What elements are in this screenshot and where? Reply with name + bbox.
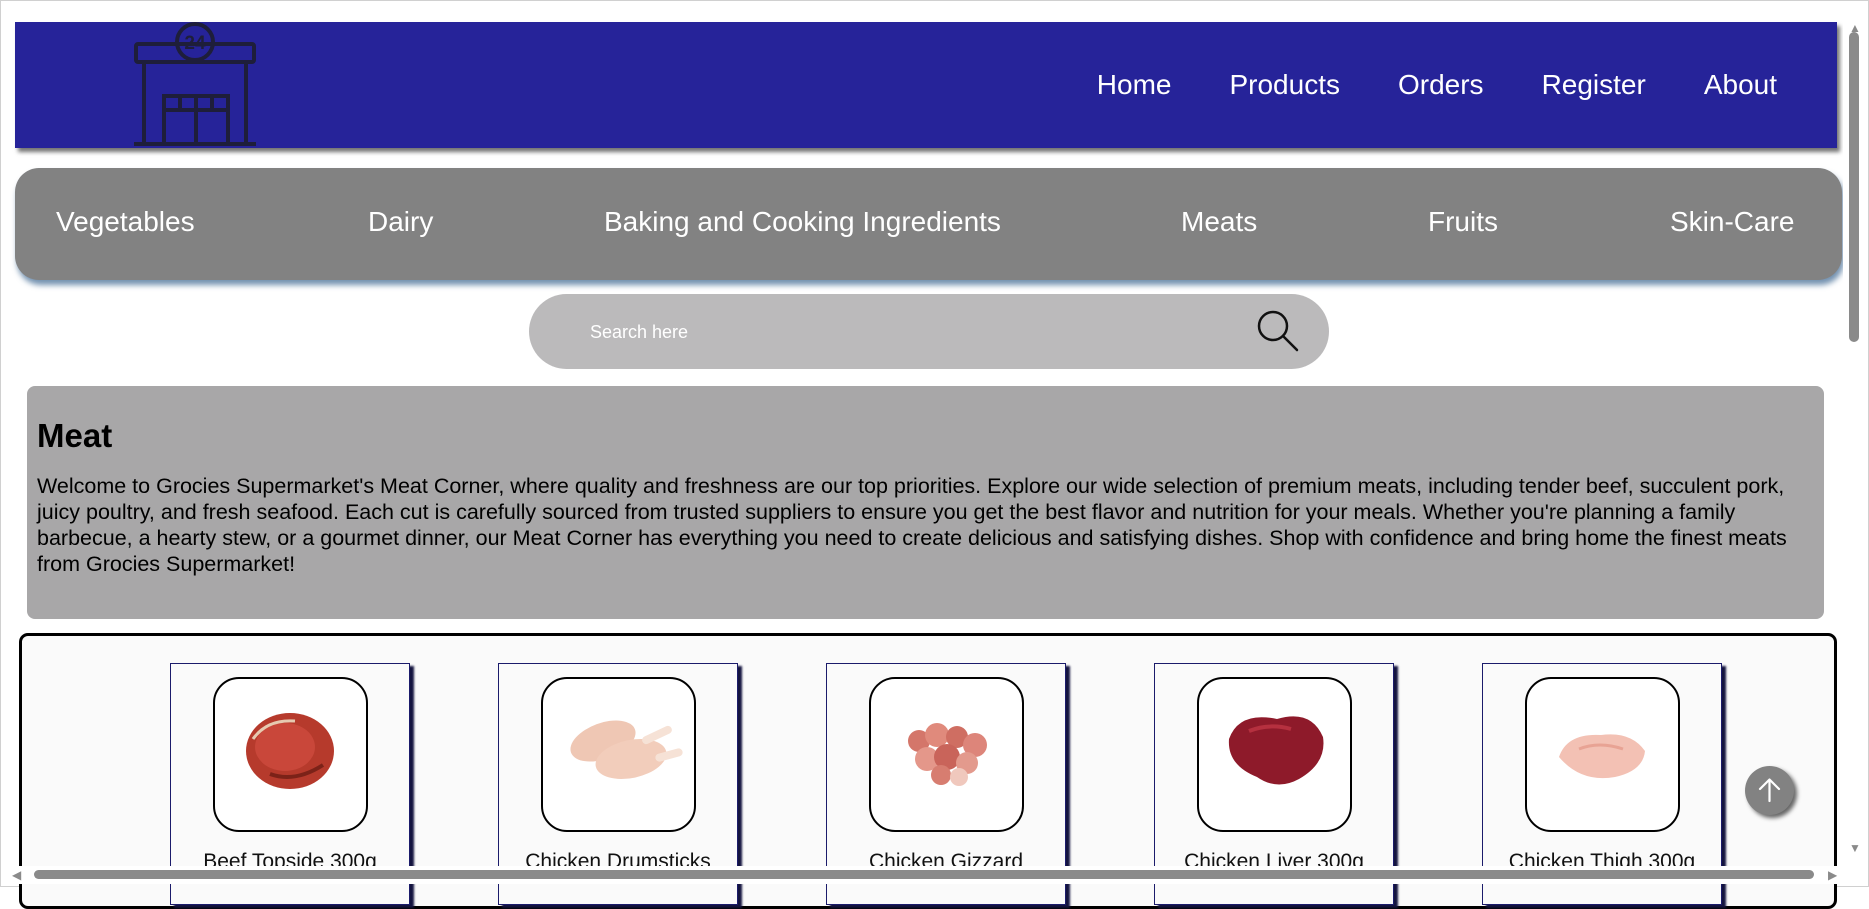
search-bar [529, 294, 1329, 369]
nav-about[interactable]: About [1704, 69, 1777, 101]
scroll-left-arrow-icon[interactable]: ◀ [12, 869, 21, 881]
vertical-scroll-thumb[interactable] [1849, 32, 1859, 342]
meat-intro-section: Meat Welcome to Grocies Supermarket's Me… [27, 386, 1824, 619]
horizontal-scrollbar[interactable]: ◀ ▶ [2, 866, 1843, 884]
category-dairy[interactable]: Dairy [368, 168, 433, 280]
chicken-thigh-image[interactable] [1525, 677, 1680, 832]
category-bar: Vegetables Dairy Baking and Cooking Ingr… [15, 168, 1842, 280]
beef-topside-image[interactable] [213, 677, 368, 832]
search-input[interactable] [588, 312, 1192, 352]
chicken-drumsticks-image[interactable] [541, 677, 696, 832]
search-icon[interactable] [1255, 308, 1301, 354]
nav-orders[interactable]: Orders [1398, 69, 1484, 101]
category-baking[interactable]: Baking and Cooking Ingredients [604, 168, 1001, 280]
chicken-liver-image[interactable] [1197, 677, 1352, 832]
horizontal-scroll-thumb[interactable] [34, 870, 1814, 879]
category-vegetables[interactable]: Vegetables [56, 168, 195, 280]
category-fruits[interactable]: Fruits [1428, 168, 1498, 280]
category-meats[interactable]: Meats [1181, 168, 1257, 280]
svg-text:24: 24 [184, 33, 206, 54]
nav-register[interactable]: Register [1542, 69, 1646, 101]
chicken-gizzard-image[interactable] [869, 677, 1024, 832]
arrow-up-icon [1758, 778, 1781, 803]
scroll-down-arrow-icon[interactable]: ▼ [1849, 842, 1861, 854]
store-24h-icon[interactable]: 24 [130, 22, 260, 148]
back-to-top-button[interactable] [1745, 766, 1794, 815]
section-title: Meat [37, 417, 113, 454]
category-skin-care[interactable]: Skin-Care [1670, 168, 1794, 280]
section-description: Welcome to Grocies Supermarket's Meat Co… [37, 474, 1787, 576]
nav-home[interactable]: Home [1097, 69, 1172, 101]
scroll-right-arrow-icon[interactable]: ▶ [1828, 869, 1837, 881]
main-nav: Home Products Orders Register About [1097, 22, 1777, 148]
site-header: 24 Home Products Orders Register About [15, 22, 1837, 148]
nav-products[interactable]: Products [1229, 69, 1340, 101]
vertical-scrollbar[interactable]: ▲ ▼ [1843, 22, 1865, 867]
